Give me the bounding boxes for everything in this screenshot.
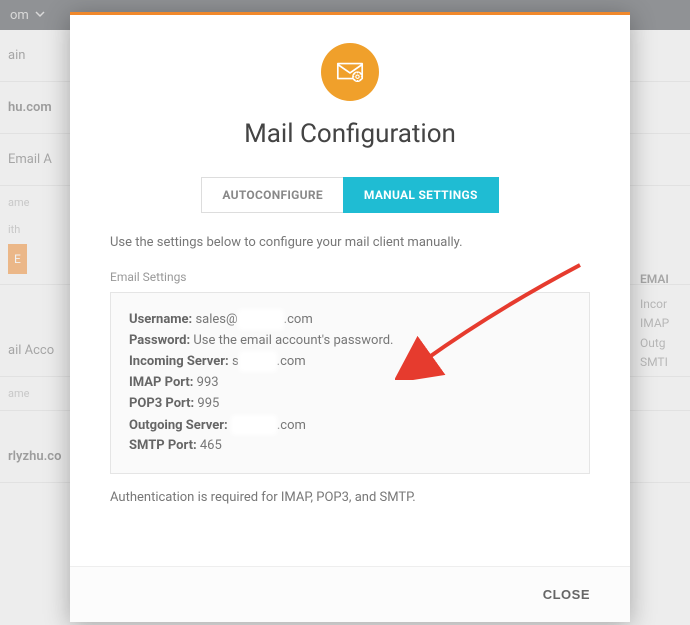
setting-smtp-port: SMTP Port: 465: [129, 436, 571, 457]
mail-settings-icon: [321, 43, 379, 101]
setting-password: Password: Use the email account's passwo…: [129, 331, 571, 352]
instruction-text: Use the settings below to configure your…: [110, 235, 590, 250]
close-button[interactable]: CLOSE: [543, 587, 590, 602]
auth-note: Authentication is required for IMAP, POP…: [110, 490, 590, 505]
modal-icon-wrap: [110, 43, 590, 101]
setting-outgoing-server: Outgoing Server: xxxx.com: [129, 415, 571, 437]
tab-autoconfigure[interactable]: AUTOCONFIGURE: [201, 177, 343, 213]
setting-username: Username: sales@xxxx.com: [129, 309, 571, 331]
setting-incoming-server: Incoming Server: sxxxx.com: [129, 351, 571, 373]
setting-pop3-port: POP3 Port: 995: [129, 394, 571, 415]
modal-footer: CLOSE: [70, 566, 630, 622]
modal-title: Mail Configuration: [110, 119, 590, 149]
setting-imap-port: IMAP Port: 993: [129, 373, 571, 394]
email-settings-box: Username: sales@xxxx.com Password: Use t…: [110, 292, 590, 474]
mail-config-modal: Mail Configuration AUTOCONFIGURE MANUAL …: [70, 12, 630, 622]
config-tabs: AUTOCONFIGURE MANUAL SETTINGS: [110, 177, 590, 213]
section-label: Email Settings: [110, 270, 590, 284]
tab-manual-settings[interactable]: MANUAL SETTINGS: [343, 177, 499, 213]
